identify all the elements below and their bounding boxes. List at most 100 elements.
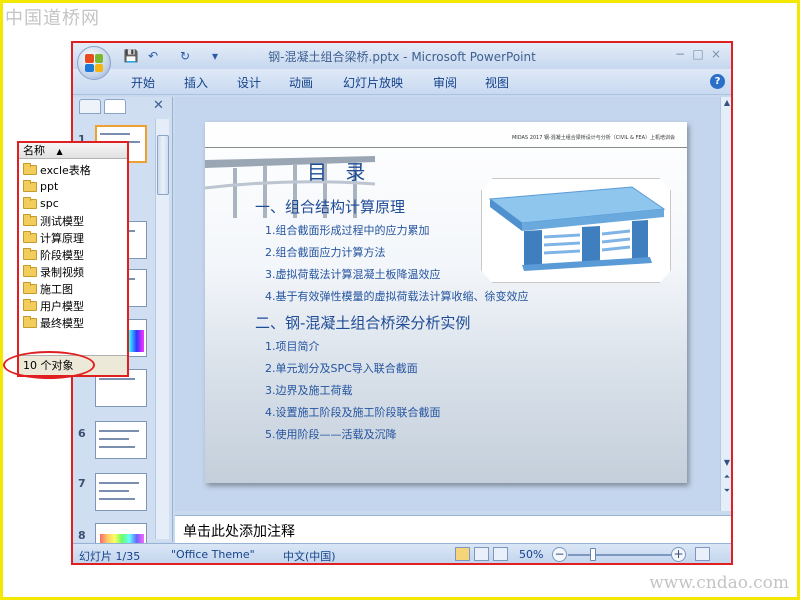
zoom-slider[interactable] <box>568 554 680 556</box>
thumbnail-number: 8 <box>78 529 86 542</box>
help-icon[interactable]: ? <box>710 74 725 89</box>
maximize-button[interactable]: □ <box>691 46 705 62</box>
theme-name: "Office Theme" <box>171 548 255 561</box>
previous-slide-icon[interactable]: ⏶ <box>721 471 731 483</box>
folder-item[interactable]: 测试模型 <box>23 212 84 229</box>
tab-review[interactable]: 审阅 <box>433 74 457 91</box>
zoom-slider-thumb[interactable] <box>589 548 596 561</box>
slide-scrollbar[interactable]: ▲ ▼ ⏶ ⏷ <box>720 97 731 511</box>
folder-item[interactable]: ppt <box>23 178 58 195</box>
folder-icon <box>23 213 37 226</box>
zoom-out-icon[interactable]: − <box>552 547 567 562</box>
office-logo-icon <box>85 54 103 72</box>
scroll-down-icon[interactable]: ▼ <box>721 457 731 469</box>
toc-item: 3.边界及施工荷载 <box>265 384 353 397</box>
thumbnail-scrollbar[interactable] <box>155 119 169 539</box>
minimize-button[interactable]: − <box>673 46 687 62</box>
slide-sorter-view-icon[interactable] <box>474 547 489 561</box>
language-indicator[interactable]: 中文(中国) <box>283 548 336 563</box>
folder-item[interactable]: 施工图 <box>23 280 73 297</box>
name-column-header[interactable]: 名称 ▲ <box>19 143 127 159</box>
folder-icon <box>23 196 37 209</box>
folder-label: 用户模型 <box>40 299 84 313</box>
slide-title: 目 录 <box>307 160 372 184</box>
folder-item[interactable]: 阶段模型 <box>23 246 84 263</box>
notes-pane[interactable]: 单击此处添加注释 <box>175 515 731 543</box>
tab-insert[interactable]: 插入 <box>184 74 208 91</box>
folder-icon <box>23 264 37 277</box>
folder-icon <box>23 179 37 192</box>
folder-label: 施工图 <box>40 282 73 296</box>
folder-label: 阶段模型 <box>40 248 84 262</box>
toc-item: 3.虚拟荷载法计算混凝土板降温效应 <box>265 268 441 281</box>
slide-editing-area: MIDAS 2017 钢-混凝土组合梁桥设计与分析（CIVIL & FEA）上机… <box>175 97 720 511</box>
sort-arrow-icon: ▲ <box>56 147 63 156</box>
folder-item[interactable]: spc <box>23 195 59 212</box>
window-title: 钢-混凝土组合梁桥.pptx - Microsoft PowerPoint <box>268 50 536 64</box>
folder-icon <box>23 162 37 175</box>
folder-item[interactable]: 计算原理 <box>23 229 84 246</box>
status-bar: 幻灯片 1/35 "Office Theme" 中文(中国) 50% − + <box>73 543 731 563</box>
screenshot-frame: 中国道桥网 www.cndao.com 💾 ↶ ↻ ▾ 钢-混凝土组合梁桥.pp… <box>0 0 800 600</box>
ribbon-tabs: 开始 插入 设计 动画 幻灯片放映 审阅 视图 ? <box>73 69 731 95</box>
slide-thumbnail-7[interactable] <box>95 473 147 511</box>
section-heading-1: 一、组合结构计算原理 <box>255 198 406 216</box>
toc-item: 1.组合截面形成过程中的应力累加 <box>265 224 430 237</box>
slideshow-view-icon[interactable] <box>493 547 508 561</box>
section-heading-2: 二、钢-混凝土组合桥梁分析实例 <box>255 314 471 332</box>
tab-animation[interactable]: 动画 <box>289 74 313 91</box>
toc-item: 4.基于有效弹性模量的虚拟荷载法计算收缩、徐变效应 <box>265 290 529 303</box>
folder-icon <box>23 230 37 243</box>
slide-header-text: MIDAS 2017 钢-混凝土组合梁桥设计与分析（CIVIL & FEA）上机… <box>511 135 675 141</box>
cross-section-illustration <box>488 186 666 271</box>
folder-item[interactable]: 最终模型 <box>23 314 84 331</box>
folder-label: excle表格 <box>40 163 91 177</box>
zoom-in-icon[interactable]: + <box>671 547 686 562</box>
folder-label: 录制视频 <box>40 265 84 279</box>
tab-view[interactable]: 视图 <box>485 74 509 91</box>
fit-window-icon[interactable] <box>695 547 710 561</box>
tab-design[interactable]: 设计 <box>237 74 261 91</box>
office-button[interactable] <box>77 46 111 80</box>
scroll-up-icon[interactable]: ▲ <box>721 97 731 109</box>
watermark-top: 中国道桥网 <box>5 8 100 29</box>
folder-label: spc <box>40 197 59 210</box>
name-column-label: 名称 <box>23 144 45 157</box>
powerpoint-window: 💾 ↶ ↻ ▾ 钢-混凝土组合梁桥.pptx - Microsoft Power… <box>71 41 733 565</box>
folder-icon <box>23 298 37 311</box>
folder-icon <box>23 247 37 260</box>
folder-item[interactable]: 用户模型 <box>23 297 84 314</box>
toc-item: 5.使用阶段——活载及沉降 <box>265 428 397 441</box>
toc-item: 2.单元划分及SPC导入联合截面 <box>265 362 418 375</box>
slide-thumbnail-6[interactable] <box>95 421 147 459</box>
next-slide-icon[interactable]: ⏷ <box>721 485 731 497</box>
tab-slideshow[interactable]: 幻灯片放映 <box>343 74 403 91</box>
pane-close-icon[interactable]: ✕ <box>153 98 164 113</box>
folder-item[interactable]: 录制视频 <box>23 263 84 280</box>
slide-counter: 幻灯片 1/35 <box>79 550 141 563</box>
tab-home[interactable]: 开始 <box>131 74 155 91</box>
toc-item: 4.设置施工阶段及施工阶段联合截面 <box>265 406 441 419</box>
file-explorer-panel: 名称 ▲ excle表格 ppt spc 测试模型 计算原理 阶段模型 录制视频… <box>17 141 129 377</box>
normal-view-icon[interactable] <box>455 547 470 561</box>
folder-label: 最终模型 <box>40 316 84 330</box>
title-bar: 💾 ↶ ↻ ▾ 钢-混凝土组合梁桥.pptx - Microsoft Power… <box>73 43 731 80</box>
folder-label: 测试模型 <box>40 214 84 228</box>
scrollbar-thumb[interactable] <box>157 135 169 195</box>
outline-tab-icon[interactable] <box>79 99 101 114</box>
highlight-oval <box>3 351 95 379</box>
folder-icon <box>23 315 37 328</box>
toc-item: 1.项目简介 <box>265 340 320 353</box>
thumbnail-number: 7 <box>78 477 86 490</box>
folder-label: ppt <box>40 180 59 193</box>
zoom-level[interactable]: 50% <box>519 548 543 561</box>
slide-canvas[interactable]: MIDAS 2017 钢-混凝土组合梁桥设计与分析（CIVIL & FEA）上机… <box>205 122 687 483</box>
close-button[interactable]: × <box>709 46 723 62</box>
toc-item: 2.组合截面应力计算方法 <box>265 246 386 259</box>
folder-item[interactable]: excle表格 <box>23 161 91 178</box>
thumbnail-number: 6 <box>78 427 86 440</box>
folder-icon <box>23 281 37 294</box>
notes-placeholder[interactable]: 单击此处添加注释 <box>183 521 295 541</box>
folder-label: 计算原理 <box>40 231 84 245</box>
slides-tab-icon[interactable] <box>104 99 126 114</box>
